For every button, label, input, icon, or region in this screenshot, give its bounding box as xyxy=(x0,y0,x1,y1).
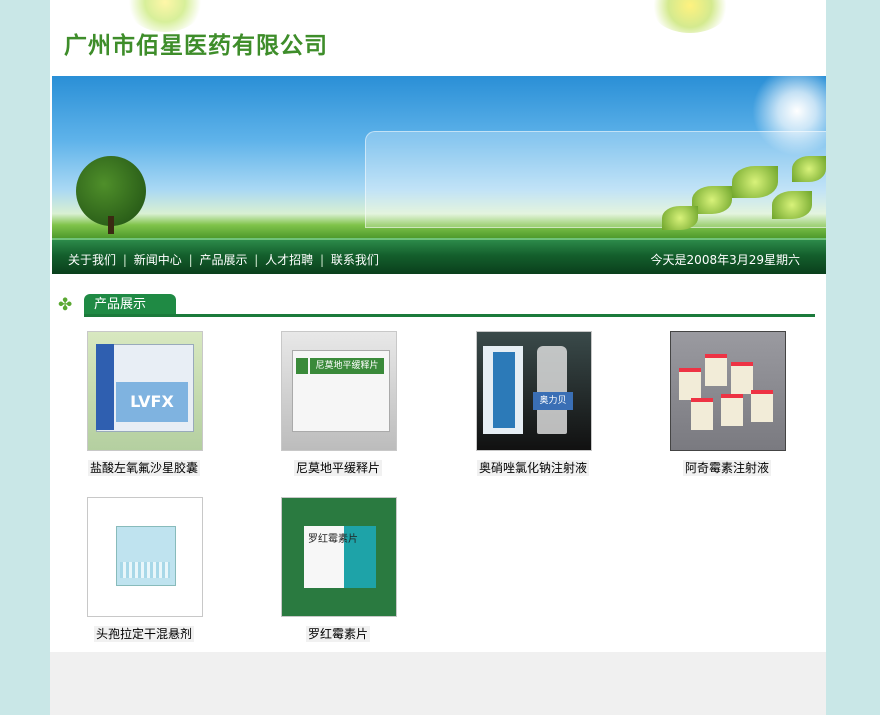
leaves-decoration xyxy=(652,146,826,236)
nav-separator: | xyxy=(320,253,325,267)
product-image[interactable]: 奥力贝 xyxy=(476,331,592,451)
section-divider xyxy=(84,314,815,317)
product-image[interactable]: LVFX xyxy=(87,331,203,451)
product-box-label: 罗红霉素片 xyxy=(308,534,358,545)
nav-item-careers[interactable]: 人才招聘 xyxy=(265,253,313,267)
nav-separator: | xyxy=(188,253,193,267)
product-name[interactable]: 阿奇霉素注射液 xyxy=(640,459,814,476)
company-title: 广州市佰星医药有限公司 xyxy=(64,33,328,59)
tree-trunk xyxy=(108,216,114,234)
product-image[interactable] xyxy=(87,497,203,617)
clover-icon: ✤ xyxy=(58,295,73,315)
date-display: 今天是2008年3月29星期六 xyxy=(650,253,800,267)
flower-decoration xyxy=(650,0,730,33)
nav-separator: | xyxy=(254,253,259,267)
product-name[interactable]: 头孢拉定干混悬剂 xyxy=(57,625,231,642)
header: 广州市佰星医药有限公司 xyxy=(50,0,826,76)
product-name[interactable]: 罗红霉素片 xyxy=(251,625,425,642)
nav-item-news[interactable]: 新闻中心 xyxy=(134,253,182,267)
nav-item-contact[interactable]: 联系我们 xyxy=(331,253,379,267)
main-nav: 关于我们 | 新闻中心 | 产品展示 | 人才招聘 | 联系我们 今天是2008… xyxy=(52,238,826,274)
product-box-label: 奥力贝 xyxy=(533,392,573,410)
section-header: ✤ 产品展示 xyxy=(58,294,815,318)
nav-item-products[interactable]: 产品展示 xyxy=(199,253,247,267)
section-title: 产品展示 xyxy=(84,294,176,316)
page: 广州市佰星医药有限公司 关于我们 | 新闻中心 | 产品展示 | 人才招聘 | … xyxy=(50,0,826,715)
product-image[interactable] xyxy=(670,331,786,451)
banner-image xyxy=(52,76,826,238)
product-name[interactable]: 奥硝唑氯化钠注射液 xyxy=(446,459,620,476)
footer xyxy=(50,652,826,715)
product-name[interactable]: 盐酸左氧氟沙星胶囊 xyxy=(57,459,231,476)
product-image[interactable]: 尼莫地平缓释片 xyxy=(281,331,397,451)
product-box-label: 尼莫地平缓释片 xyxy=(310,358,384,374)
nav-separator: | xyxy=(122,253,127,267)
product-image[interactable]: 罗红霉素片 xyxy=(281,497,397,617)
nav-item-about[interactable]: 关于我们 xyxy=(68,253,116,267)
product-name[interactable]: 尼莫地平缓释片 xyxy=(251,459,425,476)
product-box-label: LVFX xyxy=(116,382,188,422)
